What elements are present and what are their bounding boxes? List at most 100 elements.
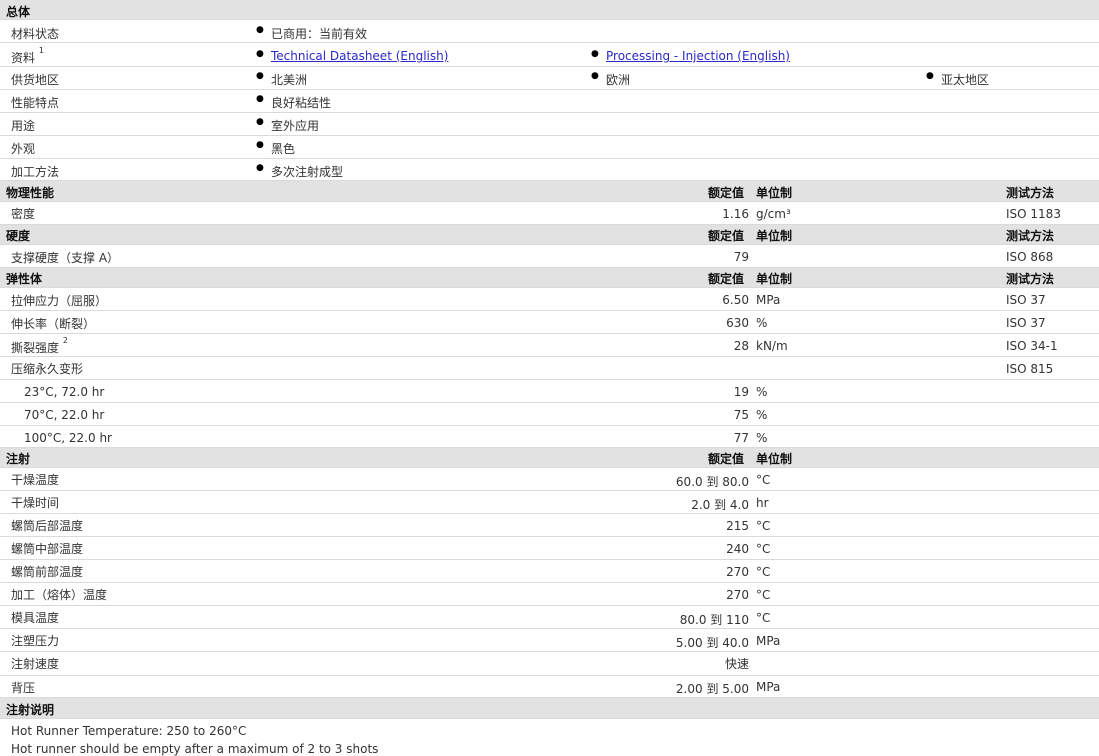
unit: °C: [756, 611, 771, 625]
section-general: 总体: [0, 0, 1099, 20]
property-label: 支撑硬度（支撑 A）: [11, 251, 120, 265]
header-nominal: 额定值: [708, 272, 745, 286]
row-features: 性能特点 良好粘结性: [0, 90, 1099, 113]
row-barrel-middle-temperature: 螺筒中部温度 240 °C: [0, 537, 1099, 560]
condition-label: 70°C, 22.0 hr: [24, 408, 105, 422]
row-barrel-rear-temperature: 螺筒后部温度 215 °C: [0, 514, 1099, 537]
row-material-status: 材料状态 已商用：当前有效: [0, 20, 1099, 43]
unit: MPa: [756, 293, 781, 307]
header-nominal: 额定值: [708, 452, 745, 466]
row-supply-regions: 供货地区 北美洲 欧洲 亚太地区: [0, 67, 1099, 90]
section-physical: 物理性能 额定值 单位制 测试方法: [0, 181, 1099, 202]
bullet-value: 亚太地区: [926, 71, 989, 88]
unit: %: [756, 316, 768, 330]
row-compression-set-condition: 70°C, 22.0 hr 75 %: [0, 403, 1099, 426]
bullet-value: 已商用：当前有效: [256, 25, 367, 42]
row-tear-strength: 撕裂强度 2 28 kN/m ISO 34-1: [0, 334, 1099, 357]
notes-body: Hot Runner Temperature: 250 to 260°C Hot…: [0, 719, 1099, 756]
condition-label: 23°C, 72.0 hr: [24, 385, 105, 399]
header-nominal: 额定值: [708, 186, 745, 200]
nominal-value: 60.0 到 80.0: [675, 475, 749, 489]
row-barrel-front-temperature: 螺筒前部温度 270 °C: [0, 560, 1099, 583]
nominal-value: 77: [733, 431, 749, 445]
unit: %: [756, 385, 768, 399]
property-label: 干燥时间: [11, 496, 60, 510]
unit: °C: [756, 519, 771, 533]
unit: °C: [756, 588, 771, 602]
nominal-value: 19: [733, 385, 749, 399]
unit: °C: [756, 473, 771, 487]
property-label: 材料状态: [11, 27, 60, 41]
row-documents: 资料 1 Technical Datasheet (English) Proce…: [0, 43, 1099, 67]
unit: %: [756, 408, 768, 422]
row-drying-temperature: 干燥温度 60.0 到 80.0 °C: [0, 468, 1099, 491]
bullet-value: 良好粘结性: [256, 94, 331, 111]
nominal-value: 5.00 到 40.0: [675, 636, 749, 650]
nominal-value: 270: [726, 588, 749, 602]
condition-label: 100°C, 22.0 hr: [24, 431, 112, 445]
unit: g/cm³: [756, 207, 791, 221]
unit: %: [756, 431, 768, 445]
nominal-value: 28: [733, 339, 749, 353]
property-label: 撕裂强度 2: [11, 336, 68, 355]
bullet-value: 北美洲: [256, 71, 307, 88]
property-label: 模具温度: [11, 611, 60, 625]
section-title: 物理性能: [6, 186, 55, 200]
section-title: 硬度: [6, 229, 31, 243]
unit: °C: [756, 542, 771, 556]
nominal-value: 6.50: [722, 293, 749, 307]
header-method: 测试方法: [1006, 272, 1055, 286]
bullet-value: 欧洲: [591, 71, 630, 88]
nominal-value: 215: [726, 519, 749, 533]
property-label: 背压: [11, 681, 36, 695]
nominal-value: 2.00 到 5.00: [675, 682, 749, 696]
unit: hr: [756, 496, 769, 510]
test-method: ISO 34-1: [1006, 339, 1058, 353]
nominal-value: 240: [726, 542, 749, 556]
test-method: ISO 868: [1006, 250, 1054, 264]
row-density: 密度 1.16 g/cm³ ISO 1183: [0, 202, 1099, 225]
bullet-value: 多次注射成型: [256, 163, 343, 180]
test-method: ISO 37: [1006, 316, 1046, 330]
header-unit: 单位制: [756, 452, 793, 466]
nominal-value: 79: [733, 250, 749, 264]
property-label: 性能特点: [11, 96, 60, 110]
row-processing-method: 加工方法 多次注射成型: [0, 159, 1099, 181]
section-title: 注射说明: [6, 703, 55, 717]
link-processing-injection[interactable]: Processing - Injection (English): [591, 49, 790, 63]
section-elastomer: 弹性体 额定值 单位制 测试方法: [0, 268, 1099, 288]
property-label: 拉伸应力（屈服）: [11, 294, 108, 308]
unit: MPa: [756, 634, 781, 648]
property-label: 螺筒中部温度: [11, 542, 84, 556]
nominal-value: 75: [733, 408, 749, 422]
property-label: 资料 1: [11, 46, 44, 65]
row-uses: 用途 室外应用: [0, 113, 1099, 136]
nominal-value: 快速: [724, 657, 749, 671]
property-label: 加工（熔体）温度: [11, 588, 108, 602]
link-technical-datasheet[interactable]: Technical Datasheet (English): [256, 49, 448, 63]
section-title: 弹性体: [6, 272, 43, 286]
test-method: ISO 1183: [1006, 207, 1061, 221]
row-appearance: 外观 黑色: [0, 136, 1099, 159]
row-shore-hardness: 支撑硬度（支撑 A） 79 ISO 868: [0, 245, 1099, 268]
test-method: ISO 815: [1006, 362, 1054, 376]
property-label: 加工方法: [11, 165, 60, 179]
unit: °C: [756, 565, 771, 579]
row-compression-set-condition: 23°C, 72.0 hr 19 %: [0, 380, 1099, 403]
footnote-ref: 1: [38, 46, 44, 55]
property-label: 伸长率（断裂）: [11, 317, 96, 331]
property-label: 压缩永久变形: [11, 362, 84, 376]
footnote-ref: 2: [62, 336, 68, 345]
header-method: 测试方法: [1006, 186, 1055, 200]
section-injection-notes: 注射说明: [0, 698, 1099, 719]
nominal-value: 630: [726, 316, 749, 330]
property-label: 用途: [11, 119, 36, 133]
section-title: 注射: [6, 452, 31, 466]
header-unit: 单位制: [756, 272, 793, 286]
unit: kN/m: [756, 339, 788, 353]
nominal-value: 80.0 到 110: [679, 613, 749, 627]
header-unit: 单位制: [756, 186, 793, 200]
nominal-value: 270: [726, 565, 749, 579]
property-label: 外观: [11, 142, 36, 156]
bullet-value: 黑色: [256, 140, 295, 157]
